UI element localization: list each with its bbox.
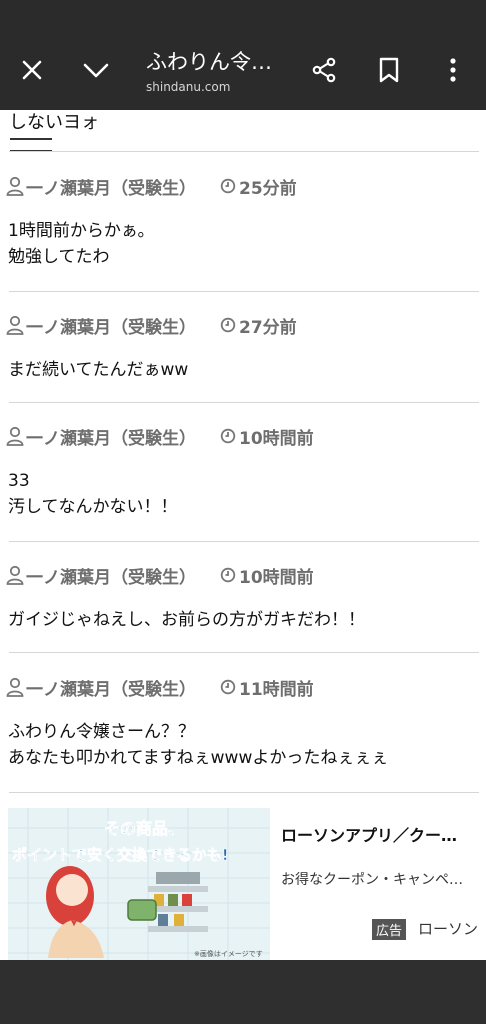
post-body: ふわりん令嬢さーん？？ あなたも叩かれてますねぇwwwよかったねぇぇぇ — [8, 719, 388, 771]
divider — [9, 652, 479, 653]
divider — [9, 792, 479, 793]
menu-line — [10, 138, 52, 140]
clock-icon — [220, 428, 236, 444]
ad-label-badge: 広告 — [372, 919, 407, 940]
post-author[interactable]: 一ノ瀬葉月（受験生） — [26, 424, 196, 449]
post-body: 33 汚してなんかない！！ — [8, 468, 178, 520]
post-time: 11時間前 — [220, 675, 314, 700]
post-author[interactable]: 一ノ瀬葉月（受験生） — [26, 174, 196, 199]
post-time-text: 10時間前 — [239, 428, 314, 449]
post-time-text: 10時間前 — [239, 567, 314, 588]
ad-description[interactable]: お得なクーポン・キャンペ… — [281, 869, 481, 889]
post-line: 1時間前からかぁ。 — [8, 221, 155, 241]
close-icon[interactable] — [12, 50, 52, 90]
bookmark-icon[interactable] — [369, 50, 409, 90]
post-meta: 一ノ瀬葉月（受験生） 27分前 — [6, 313, 297, 338]
post-body: 1時間前からかぁ。 勉強してたわ — [8, 218, 154, 270]
post-time: 27分前 — [220, 313, 297, 338]
ad-image-headline-2: ポイントで安く交換できるかも! — [12, 846, 229, 864]
post-meta: 一ノ瀬葉月（受験生） 11時間前 — [6, 675, 314, 700]
ad-title[interactable]: ローソンアプリ／クー… — [281, 822, 457, 846]
divider — [9, 541, 479, 542]
post-author[interactable]: 一ノ瀬葉月（受験生） — [26, 675, 196, 700]
post-time-text: 11時間前 — [239, 679, 314, 700]
post-line: ふわりん令嬢さーん？？ — [8, 722, 195, 742]
divider — [9, 151, 479, 152]
post-time: 10時間前 — [220, 563, 314, 588]
post-body: まだ続いてたんだぁww — [8, 357, 188, 383]
page-title-area[interactable]: ふわりん令… shindanu.com — [146, 46, 296, 94]
post-time-text: 27分前 — [239, 317, 297, 338]
page-content: しないヨォ 一ノ瀬葉月（受験生） 25分前 1時間前からかぁ。 勉強してたわ 一… — [0, 110, 486, 960]
browser-toolbar: ふわりん令… shindanu.com — [0, 0, 486, 110]
clock-icon — [220, 317, 236, 333]
ad-image[interactable]: その商品、 ポイントで安く交換できるかも! ※画像はイメージです — [8, 808, 270, 960]
clock-icon — [220, 567, 236, 583]
clock-icon — [220, 679, 236, 695]
post-body: ガイジじゃねえし、お前らの方がガキだわ！！ — [8, 607, 365, 633]
post-line: まだ続いてたんだぁww — [8, 360, 189, 380]
post-line: 33 — [8, 471, 30, 491]
user-icon — [6, 426, 24, 446]
post-line: 汚してなんかない！！ — [8, 497, 178, 517]
page-title: ふわりん令… — [146, 50, 272, 74]
clock-icon — [220, 178, 236, 194]
post-author[interactable]: 一ノ瀬葉月（受験生） — [26, 563, 196, 588]
user-icon — [6, 677, 24, 697]
ad-image-note: ※画像はイメージです — [194, 949, 263, 958]
post-time: 10時間前 — [220, 424, 314, 449]
post-meta: 一ノ瀬葉月（受験生） 10時間前 — [6, 424, 314, 449]
divider — [9, 291, 479, 292]
post-meta: 一ノ瀬葉月（受験生） 25分前 — [6, 174, 297, 199]
ad-banner[interactable]: その商品、 ポイントで安く交換できるかも! ※画像はイメージです ローソンアプリ… — [0, 805, 486, 960]
post-line: 勉強してたわ — [8, 247, 110, 267]
user-icon — [6, 315, 24, 335]
post-time-text: 25分前 — [239, 178, 297, 199]
share-icon[interactable] — [304, 50, 344, 90]
bottom-bar — [0, 960, 486, 1024]
ad-image-headline-1: その商品、 — [104, 819, 184, 838]
previous-post-text: しないヨォ — [9, 112, 99, 133]
post-line: ガイジじゃねえし、お前らの方がガキだわ！！ — [8, 610, 365, 630]
post-meta: 一ノ瀬葉月（受験生） 10時間前 — [6, 563, 314, 588]
ad-advertiser[interactable]: ローソン — [418, 918, 478, 939]
user-icon — [6, 565, 24, 585]
post-author[interactable]: 一ノ瀬葉月（受験生） — [26, 313, 196, 338]
chevron-down-icon[interactable] — [76, 50, 116, 90]
user-icon — [6, 176, 24, 196]
page-domain: shindanu.com — [146, 80, 231, 94]
more-options-icon[interactable] — [433, 50, 473, 90]
divider — [9, 402, 479, 403]
post-line: あなたも叩かれてますねぇwwwよかったねぇぇぇ — [8, 748, 389, 768]
post-time: 25分前 — [220, 174, 297, 199]
